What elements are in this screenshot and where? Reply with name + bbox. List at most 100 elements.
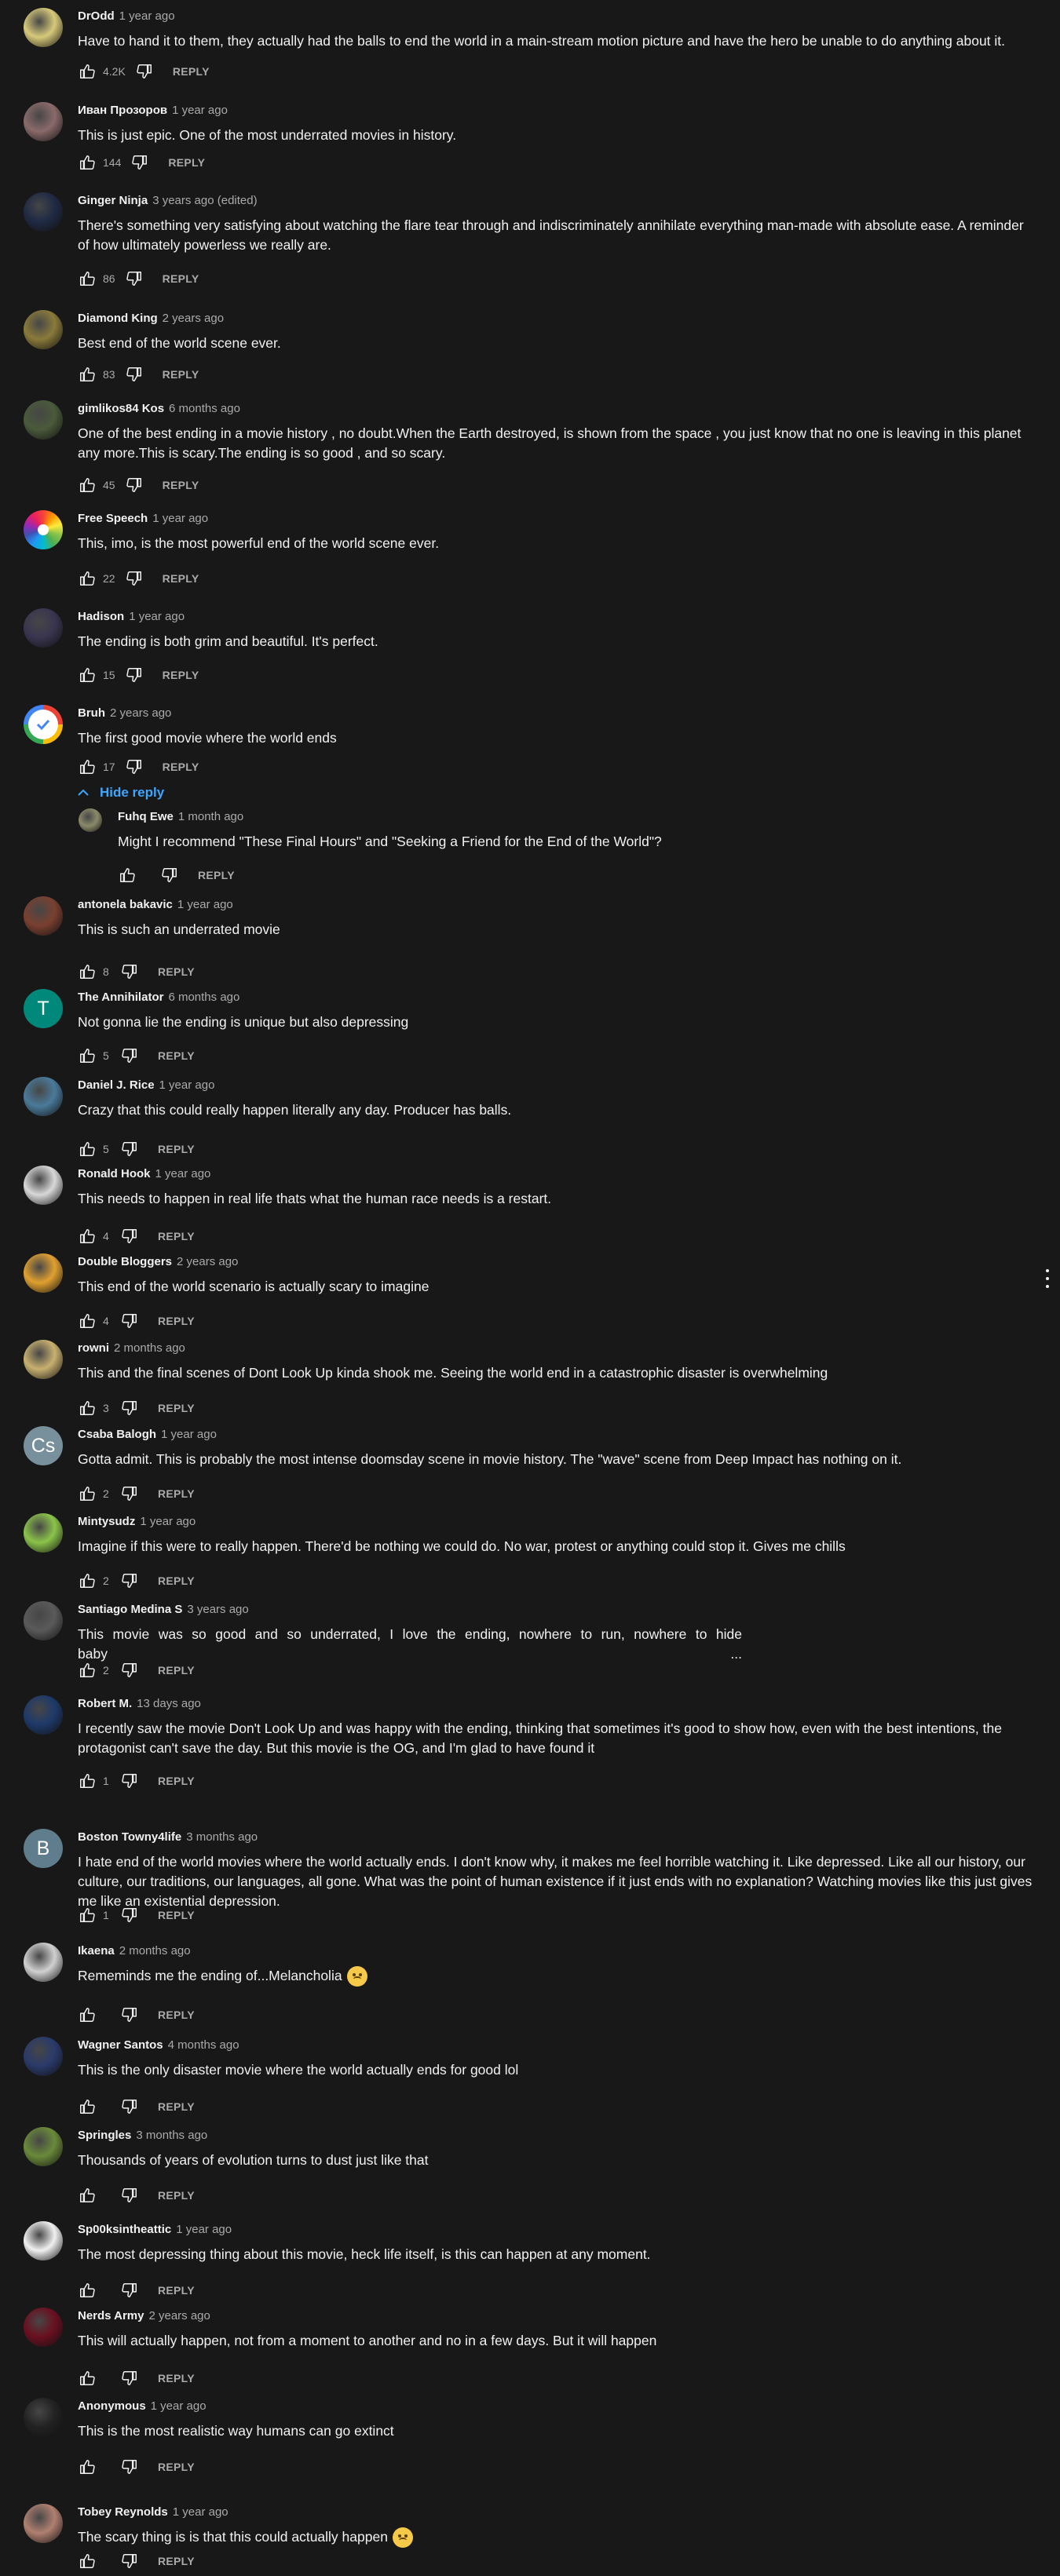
comment-timestamp[interactable]: 2 years ago xyxy=(148,2309,210,2322)
avatar[interactable] xyxy=(24,2221,63,2260)
avatar[interactable] xyxy=(24,1077,63,1116)
reply-button[interactable]: REPLY xyxy=(158,2461,195,2473)
comment-timestamp[interactable]: 2 months ago xyxy=(114,1341,185,1355)
author-name[interactable]: Ginger Ninja xyxy=(78,194,148,207)
comment-timestamp[interactable]: 1 year ago xyxy=(161,1428,217,1441)
author-name[interactable]: Ronald Hook xyxy=(78,1167,151,1180)
dislike-icon[interactable] xyxy=(160,866,179,885)
reply-button[interactable]: REPLY xyxy=(163,368,199,381)
more-actions-icon[interactable] xyxy=(1043,1268,1052,1290)
dislike-icon[interactable] xyxy=(135,62,154,81)
dislike-icon[interactable] xyxy=(120,2457,139,2476)
comment-timestamp[interactable]: 1 year ago xyxy=(155,1167,211,1180)
comment-timestamp[interactable]: 1 year ago xyxy=(152,512,208,525)
comment-timestamp[interactable]: 6 months ago xyxy=(168,991,239,1004)
avatar[interactable]: T xyxy=(24,989,63,1028)
dislike-icon[interactable] xyxy=(120,1399,139,1418)
avatar[interactable] xyxy=(24,510,63,549)
reply-button[interactable]: REPLY xyxy=(163,272,199,285)
author-name[interactable]: Tobey Reynolds xyxy=(78,2505,168,2519)
reply-button[interactable]: REPLY xyxy=(158,2100,195,2113)
comment-timestamp[interactable]: 1 year ago xyxy=(119,9,175,23)
dislike-icon[interactable] xyxy=(120,1571,139,1590)
reply-button[interactable]: REPLY xyxy=(158,2284,195,2297)
comment-timestamp[interactable]: 1 year ago xyxy=(151,2399,207,2413)
dislike-icon[interactable] xyxy=(125,269,144,288)
author-name[interactable]: Daniel J. Rice xyxy=(78,1078,155,1092)
comment-timestamp[interactable]: 1 month ago xyxy=(178,810,243,823)
reply-button[interactable]: REPLY xyxy=(163,761,199,773)
comment-timestamp[interactable]: 1 year ago xyxy=(173,2505,228,2519)
comment-timestamp[interactable]: 3 years ago xyxy=(187,1603,248,1616)
avatar[interactable] xyxy=(24,608,63,648)
comment-timestamp[interactable]: 1 year ago xyxy=(172,104,228,117)
reply-button[interactable]: REPLY xyxy=(158,2555,195,2567)
author-name[interactable]: Double Bloggers xyxy=(78,1255,172,1268)
author-name[interactable]: The Annihilator xyxy=(78,991,163,1004)
like-icon[interactable] xyxy=(78,2369,97,2388)
comment-timestamp[interactable]: 2 months ago xyxy=(119,1944,191,1958)
avatar[interactable] xyxy=(24,1166,63,1205)
author-name[interactable]: Diamond King xyxy=(78,312,158,325)
like-icon[interactable] xyxy=(78,962,97,981)
like-icon[interactable] xyxy=(78,2005,97,2024)
reply-button[interactable]: REPLY xyxy=(158,965,195,978)
like-icon[interactable] xyxy=(78,666,97,684)
comment-timestamp[interactable]: 4 months ago xyxy=(168,2038,239,2052)
avatar[interactable] xyxy=(24,1601,63,1640)
avatar[interactable] xyxy=(24,102,63,141)
reply-button[interactable]: REPLY xyxy=(198,869,235,881)
dislike-icon[interactable] xyxy=(120,1484,139,1503)
like-icon[interactable] xyxy=(78,2281,97,2300)
avatar[interactable] xyxy=(24,310,63,349)
author-name[interactable]: Sp00ksintheattic xyxy=(78,2223,171,2236)
like-icon[interactable] xyxy=(78,269,97,288)
dislike-icon[interactable] xyxy=(120,1661,139,1680)
reply-button[interactable]: REPLY xyxy=(163,669,199,681)
avatar[interactable] xyxy=(24,400,63,440)
comment-timestamp[interactable]: 1 year ago xyxy=(177,898,233,911)
avatar[interactable] xyxy=(24,2504,63,2543)
like-icon[interactable] xyxy=(78,757,97,776)
avatar[interactable] xyxy=(24,2398,63,2437)
dislike-icon[interactable] xyxy=(120,2281,139,2300)
reply-button[interactable]: REPLY xyxy=(158,1775,195,1787)
author-name[interactable]: Bruh xyxy=(78,706,105,720)
dislike-icon[interactable] xyxy=(120,1140,139,1158)
dislike-icon[interactable] xyxy=(125,365,144,384)
author-name[interactable]: Ikaena xyxy=(78,1944,115,1958)
like-icon[interactable] xyxy=(78,1484,97,1503)
author-name[interactable]: Free Speech xyxy=(78,512,148,525)
dislike-icon[interactable] xyxy=(125,666,144,684)
author-name[interactable]: Santiago Medina S xyxy=(78,1603,182,1616)
dislike-icon[interactable] xyxy=(120,2097,139,2116)
author-name[interactable]: gimlikos84 Kos xyxy=(78,402,164,415)
dislike-icon[interactable] xyxy=(120,1227,139,1246)
like-icon[interactable] xyxy=(78,62,97,81)
reply-button[interactable]: REPLY xyxy=(158,1574,195,1587)
dislike-icon[interactable] xyxy=(120,2552,139,2571)
comment-timestamp[interactable]: 6 months ago xyxy=(169,402,240,415)
like-icon[interactable] xyxy=(78,1661,97,1680)
reply-button[interactable]: REPLY xyxy=(158,1909,195,1921)
avatar[interactable] xyxy=(79,808,102,832)
like-icon[interactable] xyxy=(78,476,97,494)
dislike-icon[interactable] xyxy=(120,1906,139,1925)
comment-timestamp[interactable]: 1 year ago xyxy=(159,1078,215,1092)
like-icon[interactable] xyxy=(78,2097,97,2116)
comment-timestamp[interactable]: 1 year ago xyxy=(176,2223,232,2236)
dislike-icon[interactable] xyxy=(125,757,144,776)
avatar[interactable] xyxy=(24,896,63,936)
reply-button[interactable]: REPLY xyxy=(163,479,199,491)
reply-button[interactable]: REPLY xyxy=(158,1049,195,1062)
author-name[interactable]: Nerds Army xyxy=(78,2309,144,2322)
author-name[interactable]: Springles xyxy=(78,2129,131,2142)
dislike-icon[interactable] xyxy=(130,153,149,172)
reply-button[interactable]: REPLY xyxy=(168,156,205,169)
dislike-icon[interactable] xyxy=(120,2369,139,2388)
like-icon[interactable] xyxy=(78,2457,97,2476)
like-icon[interactable] xyxy=(78,1046,97,1065)
reply-button[interactable]: REPLY xyxy=(173,65,210,78)
dislike-icon[interactable] xyxy=(120,962,139,981)
reply-button[interactable]: REPLY xyxy=(158,1230,195,1242)
